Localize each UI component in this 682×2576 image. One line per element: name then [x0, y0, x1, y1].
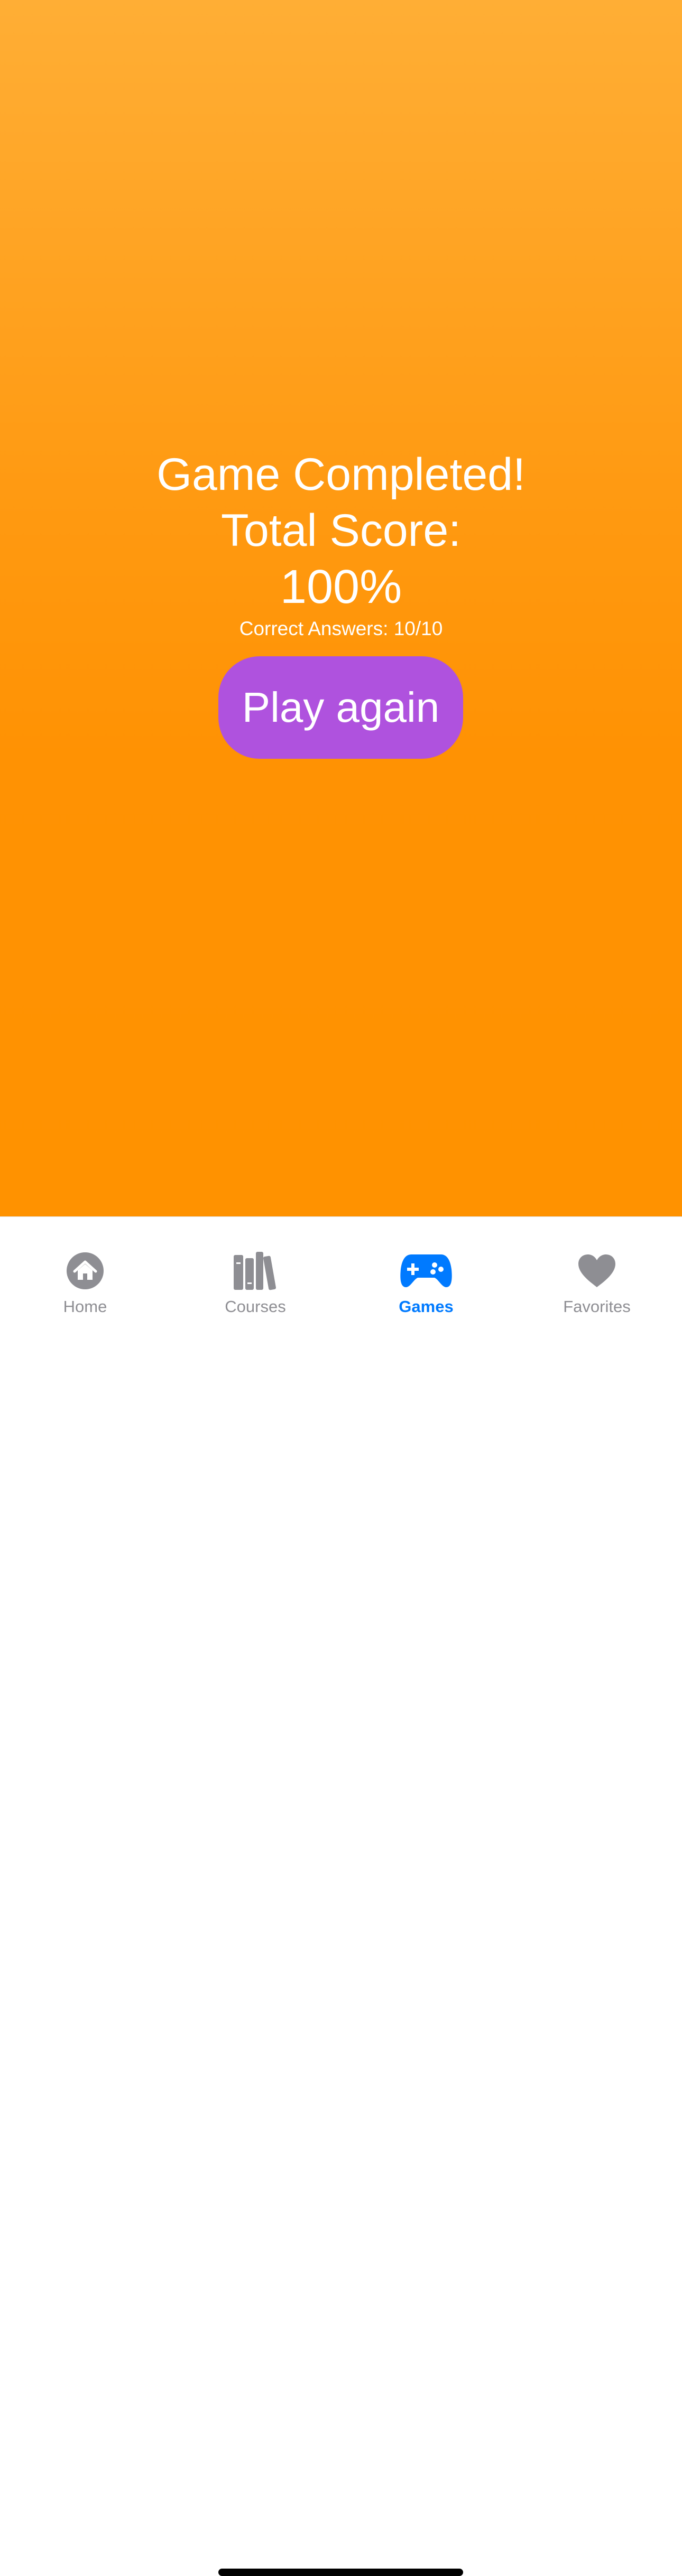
tab-courses[interactable]: Courses	[170, 1217, 340, 1323]
tab-favorites[interactable]: Favorites	[512, 1217, 682, 1323]
result-summary: Game Completed! Total Score: 100% Correc…	[0, 447, 682, 641]
tab-courses-label: Courses	[225, 1297, 286, 1316]
score-value: 100%	[280, 561, 402, 613]
score-label: Total Score:	[220, 505, 462, 556]
correct-answers-count: Correct Answers: 10/10	[239, 618, 443, 639]
tab-games[interactable]: Games	[341, 1217, 511, 1323]
result-title: Game Completed!	[156, 449, 526, 500]
heart-icon	[512, 1250, 682, 1291]
tab-bar: Home Courses Games Favorites	[0, 1216, 682, 2576]
tab-favorites-label: Favorites	[563, 1297, 631, 1316]
gamecontroller-icon	[341, 1250, 511, 1291]
home-indicator[interactable]	[218, 2569, 463, 2576]
house-icon	[0, 1250, 170, 1291]
game-result-screen: Game Completed! Total Score: 100% Correc…	[0, 0, 682, 1216]
tab-home[interactable]: Home	[0, 1217, 170, 1323]
tab-home-label: Home	[63, 1297, 107, 1316]
tab-games-label: Games	[399, 1297, 454, 1316]
play-again-button[interactable]: Play again	[218, 656, 463, 759]
books-icon	[170, 1250, 340, 1291]
